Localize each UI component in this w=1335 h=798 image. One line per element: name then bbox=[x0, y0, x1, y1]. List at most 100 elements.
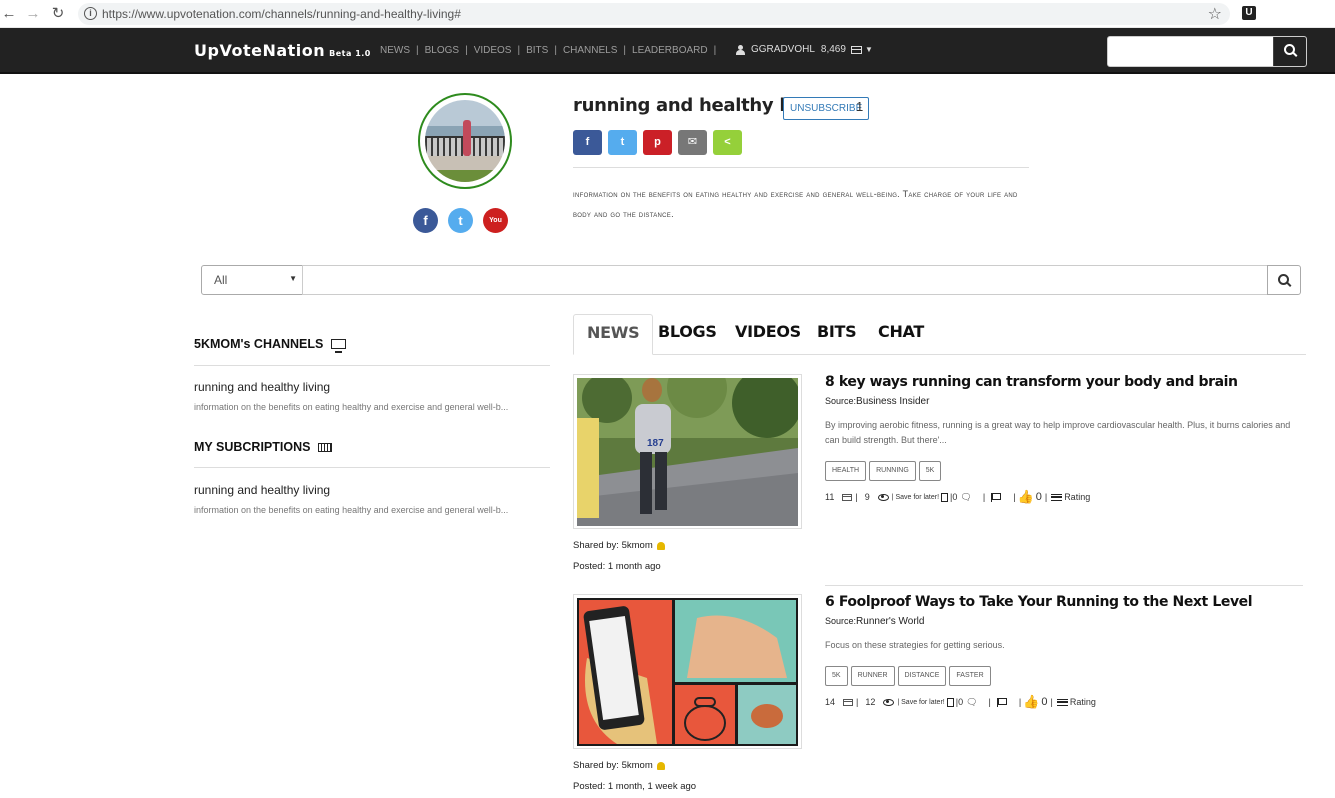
source-name[interactable]: Runner's World bbox=[856, 616, 924, 627]
bookmark-icon[interactable] bbox=[946, 697, 954, 707]
site-navbar: UpVoteNation Beta 1.0 NEWS | BLOGS | VIDEOS… bbox=[0, 28, 1335, 74]
tab-chat[interactable]: CHAT bbox=[865, 314, 937, 355]
subscriptions-heading-text: MY SUBCRIPTIONS bbox=[194, 440, 311, 454]
tab-news[interactable]: NEWS bbox=[573, 314, 654, 355]
article-points: 11 bbox=[825, 492, 835, 502]
channels-heading: 5KMOM's CHANNELS bbox=[194, 337, 347, 353]
share-buttons: f t p ✉ < bbox=[573, 130, 748, 155]
nav-separator: | bbox=[465, 45, 468, 56]
reload-icon[interactable]: ↻ bbox=[49, 5, 67, 23]
shared-by-user[interactable]: 5kmom bbox=[622, 540, 653, 551]
url-text[interactable]: https://www.upvotenation.com/channels/ru… bbox=[102, 7, 461, 21]
tab-bits[interactable]: BITS bbox=[804, 314, 869, 355]
article-title[interactable]: 8 key ways running can transform your bo… bbox=[825, 374, 1238, 390]
channel-search-input[interactable] bbox=[302, 265, 1268, 295]
meta-separator: | bbox=[982, 492, 986, 502]
sidebar-subscription-desc: information on the benefits on eating he… bbox=[194, 505, 509, 515]
nav-link-blogs[interactable]: BLOGS bbox=[425, 45, 459, 56]
tag[interactable]: DISTANCE bbox=[897, 666, 947, 686]
browser-toolbar: ← → ↻ i https://www.upvotenation.com/cha… bbox=[0, 0, 1335, 28]
runner-figure bbox=[463, 120, 471, 156]
article-thumbnail[interactable]: 187 bbox=[573, 374, 802, 529]
sidebar-subscription-title[interactable]: running and healthy living bbox=[194, 483, 330, 497]
article-meta: 11 | 9 | Save for later! | 0 🗨 | | 👍 0 |… bbox=[825, 489, 1090, 505]
thumbs-up-icon[interactable]: 👍 bbox=[1018, 489, 1034, 505]
article-thumbnail[interactable] bbox=[573, 594, 802, 749]
search-filter-select[interactable]: All ▼ bbox=[201, 265, 303, 295]
share-twitter-button[interactable]: t bbox=[608, 130, 637, 155]
tab-blogs[interactable]: BLOGS bbox=[645, 314, 730, 355]
article-points: 14 bbox=[825, 697, 836, 707]
shared-by: Shared by: 5kmom bbox=[573, 540, 665, 551]
brand-logo[interactable]: UpVoteNation Beta 1.0 bbox=[194, 41, 371, 60]
flag-icon[interactable] bbox=[996, 697, 1007, 707]
share-pinterest-button[interactable]: p bbox=[643, 130, 672, 155]
rating-bars-icon[interactable] bbox=[1056, 698, 1068, 706]
comment-icon[interactable]: 🗨 bbox=[960, 492, 971, 503]
nav-search-button[interactable] bbox=[1273, 37, 1306, 66]
youtube-icon[interactable]: You Tube bbox=[483, 208, 508, 249]
article-snippet: Focus on these strategies for getting se… bbox=[825, 640, 1005, 650]
forward-arrow-icon[interactable]: → bbox=[24, 5, 42, 23]
shared-by-label: Shared by: bbox=[573, 540, 619, 551]
bib-number: 187 bbox=[647, 438, 664, 449]
save-for-later-link[interactable]: | Save for later! bbox=[892, 494, 939, 501]
tag[interactable]: RUNNER bbox=[850, 666, 895, 686]
site-info-icon[interactable]: i bbox=[84, 7, 97, 20]
share-generic-button[interactable]: < bbox=[713, 130, 742, 155]
twitter-icon[interactable]: t bbox=[448, 208, 473, 233]
credit-card-icon bbox=[842, 493, 853, 501]
thumbs-up-icon[interactable]: 👍 bbox=[1023, 694, 1039, 710]
tag[interactable]: HEALTH bbox=[825, 461, 867, 481]
tag[interactable]: FASTER bbox=[949, 666, 991, 686]
search-filter-value[interactable]: All bbox=[214, 273, 227, 287]
tab-videos[interactable]: VIDEOS bbox=[722, 314, 814, 355]
chevron-down-icon[interactable]: ▼ bbox=[289, 274, 297, 283]
credit-card-icon bbox=[843, 698, 854, 706]
eye-icon bbox=[883, 698, 895, 706]
user-points: 8,469 bbox=[820, 44, 846, 55]
facebook-icon[interactable]: f bbox=[413, 208, 438, 233]
source-label: Source: bbox=[825, 616, 857, 626]
extension-icon[interactable]: U bbox=[1242, 6, 1256, 20]
address-bar[interactable]: i https://www.upvotenation.com/channels/… bbox=[78, 3, 1230, 25]
channel-search-button[interactable] bbox=[1267, 265, 1301, 295]
chevron-down-icon[interactable]: ▼ bbox=[865, 45, 873, 54]
rating-link[interactable]: Rating bbox=[1070, 697, 1096, 707]
username[interactable]: GGRADVOHL bbox=[751, 44, 815, 55]
tag[interactable]: 5K bbox=[918, 461, 942, 481]
bookmark-star-icon[interactable]: ☆ bbox=[1208, 4, 1222, 24]
brand-name[interactable]: UpVoteNation bbox=[194, 41, 325, 60]
share-email-button[interactable]: ✉ bbox=[678, 130, 707, 155]
comment-icon[interactable]: 🗨 bbox=[966, 697, 977, 708]
share-facebook-button[interactable]: f bbox=[573, 130, 602, 155]
channel-description: information on the benefits on eating he… bbox=[573, 189, 1018, 219]
tag[interactable]: RUNNING bbox=[869, 461, 916, 481]
tag[interactable]: 5K bbox=[825, 666, 848, 686]
rating-bars-icon[interactable] bbox=[1051, 493, 1063, 501]
nav-link-bits[interactable]: BITS bbox=[526, 45, 548, 56]
shared-by-user[interactable]: 5kmom bbox=[622, 760, 653, 771]
flag-icon[interactable] bbox=[991, 492, 1002, 502]
meta-separator: | bbox=[1013, 492, 1016, 502]
channel-social-links: f t You Tube bbox=[413, 208, 518, 249]
bookmark-icon[interactable] bbox=[941, 492, 949, 502]
article-meta: 14 | 12 | Save for later! | 0 🗨 | | 👍 0 … bbox=[825, 694, 1096, 710]
article-title[interactable]: 6 Foolproof Ways to Take Your Running to… bbox=[825, 594, 1253, 610]
meta-separator: | bbox=[855, 492, 858, 502]
sidebar-channel-title[interactable]: running and healthy living bbox=[194, 380, 330, 394]
save-for-later-link[interactable]: | Save for later! bbox=[897, 699, 944, 706]
channel-avatar bbox=[418, 93, 512, 189]
meta-separator: | bbox=[988, 697, 991, 707]
source-name[interactable]: Business Insider bbox=[856, 396, 929, 407]
nav-link-leaderboard[interactable]: LEADERBOARD bbox=[632, 45, 708, 56]
nav-link-videos[interactable]: VIDEOS bbox=[474, 45, 512, 56]
user-menu[interactable]: GGRADVOHL 8,469 ▼ bbox=[736, 44, 873, 55]
article-snippet: By improving aerobic fitness, running is… bbox=[825, 420, 1291, 445]
newspaper-icon bbox=[318, 442, 333, 452]
rating-link[interactable]: Rating bbox=[1064, 492, 1090, 502]
nav-link-channels[interactable]: CHANNELS bbox=[563, 45, 617, 56]
nav-search-input[interactable] bbox=[1108, 37, 1274, 66]
nav-link-news[interactable]: NEWS bbox=[380, 45, 410, 56]
back-arrow-icon[interactable]: ← bbox=[0, 5, 18, 23]
